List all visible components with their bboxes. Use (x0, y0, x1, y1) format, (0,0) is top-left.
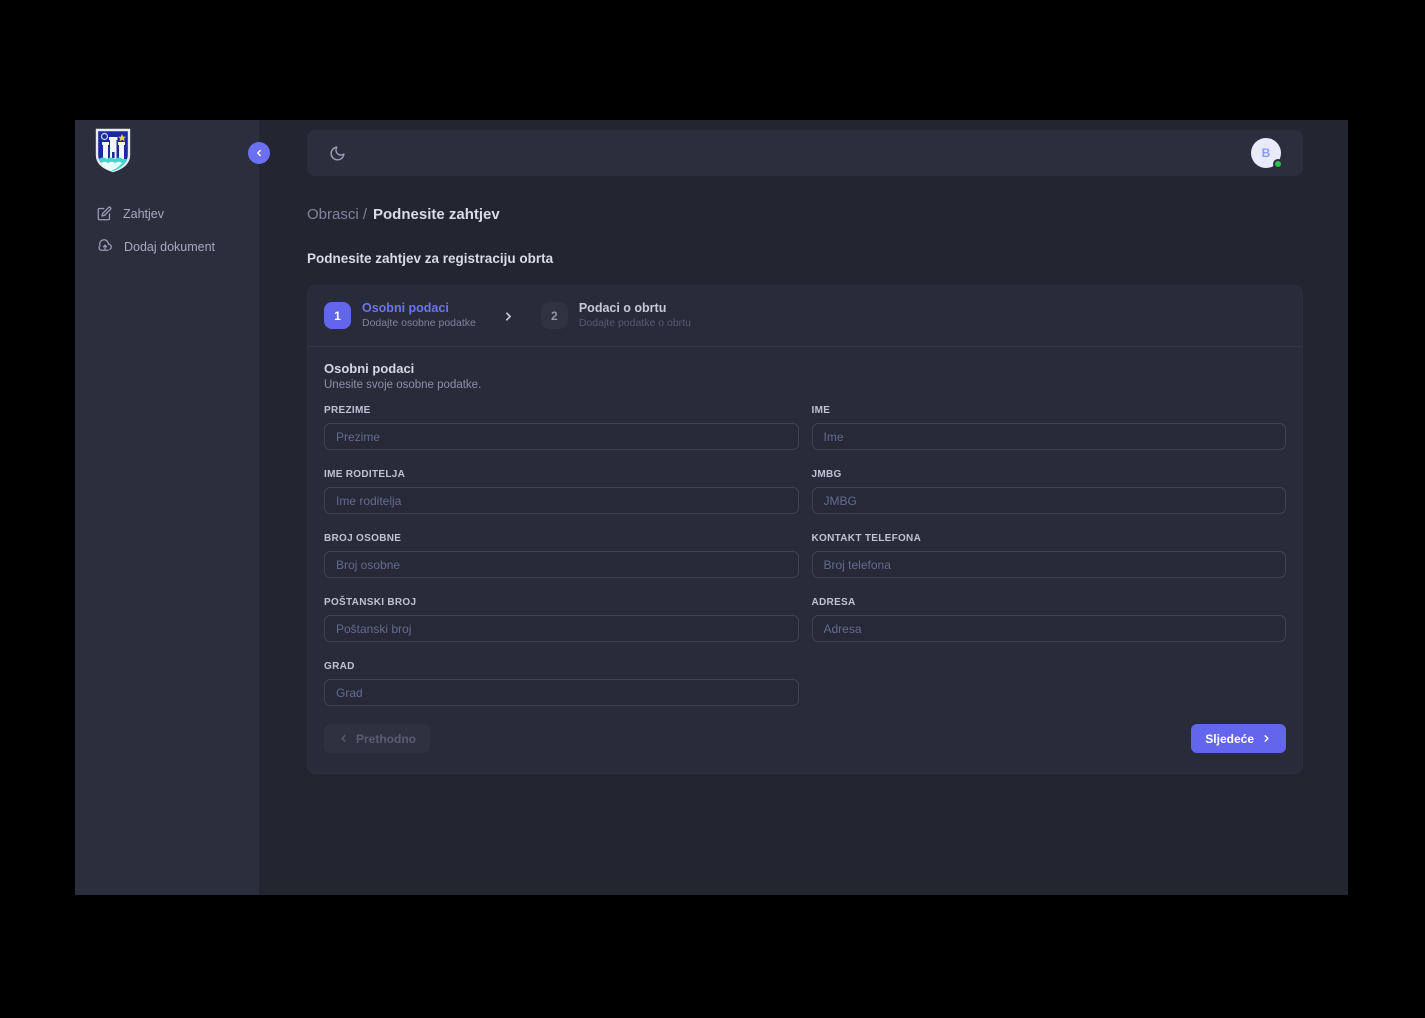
app-window: Zahtjev Dodaj dokument B Obrasci / Podne… (75, 120, 1348, 895)
field-kontakt-telefona: KONTAKT TELEFONA (812, 533, 1287, 578)
field-grid: PREZIME IME IME RODITELJA JMBG (324, 405, 1286, 706)
field-ime-roditelja: IME RODITELJA (324, 469, 799, 514)
chevron-left-icon (338, 733, 349, 744)
user-avatar[interactable]: B (1251, 138, 1281, 168)
theme-toggle-button[interactable] (329, 145, 346, 162)
kontakt-telefona-input[interactable] (812, 551, 1287, 578)
app-logo (75, 120, 259, 173)
chevron-right-icon (1261, 733, 1272, 744)
main-content: B Obrasci / Podnesite zahtjev Podnesite … (259, 120, 1348, 895)
topbar: B (307, 130, 1303, 176)
sidebar-item-label: Zahtjev (123, 207, 164, 221)
adresa-input[interactable] (812, 615, 1287, 642)
sidebar-nav: Zahtjev Dodaj dokument (75, 197, 259, 263)
form-actions: Prethodno Sljedeće (324, 724, 1286, 753)
chevron-right-icon (502, 310, 515, 323)
section-subtitle: Unesite svoje osobne podatke. (324, 379, 1286, 391)
field-label: KONTAKT TELEFONA (812, 533, 1287, 544)
form-card: 1 Osobni podaci Dodajte osobne podatke 2… (307, 285, 1303, 774)
previous-button[interactable]: Prethodno (324, 724, 430, 753)
grad-input[interactable] (324, 679, 799, 706)
step-title: Osobni podaci (362, 301, 476, 317)
field-label: IME RODITELJA (324, 469, 799, 480)
wizard-stepper: 1 Osobni podaci Dodajte osobne podatke 2… (308, 286, 1302, 347)
step-title: Podaci o obrtu (579, 301, 691, 317)
field-adresa: ADRESA (812, 597, 1287, 642)
field-label: JMBG (812, 469, 1287, 480)
field-ime: IME (812, 405, 1287, 450)
cloud-upload-icon (97, 239, 113, 254)
sidebar-item-label: Dodaj dokument (124, 240, 215, 254)
edit-icon (97, 206, 112, 221)
step-subtitle: Dodajte osobne podatke (362, 317, 476, 331)
step-number-badge: 2 (541, 302, 568, 329)
ime-roditelja-input[interactable] (324, 487, 799, 514)
sidebar-item-zahtjev[interactable]: Zahtjev (75, 197, 259, 230)
page-title: Podnesite zahtjev za registraciju obrta (307, 251, 1348, 266)
online-status-dot (1273, 159, 1283, 169)
field-label: BROJ OSOBNE (324, 533, 799, 544)
postanski-broj-input[interactable] (324, 615, 799, 642)
moon-icon (329, 145, 346, 162)
breadcrumb-parent-link[interactable]: Obrasci / (307, 206, 367, 223)
field-broj-osobne: BROJ OSOBNE (324, 533, 799, 578)
ime-input[interactable] (812, 423, 1287, 450)
breadcrumb-current: Podnesite zahtjev (373, 206, 500, 223)
field-label: POŠTANSKI BROJ (324, 597, 799, 608)
step-number-badge: 1 (324, 302, 351, 329)
step-podaci-o-obrtu[interactable]: 2 Podaci o obrtu Dodajte podatke o obrtu (541, 301, 691, 330)
sidebar-collapse-button[interactable] (248, 142, 270, 164)
field-label: PREZIME (324, 405, 799, 416)
breadcrumb: Obrasci / Podnesite zahtjev (307, 206, 1348, 223)
chevron-left-icon (254, 148, 264, 158)
next-button[interactable]: Sljedeće (1191, 724, 1286, 753)
previous-button-label: Prethodno (356, 732, 416, 746)
sidebar: Zahtjev Dodaj dokument (75, 120, 259, 895)
jmbg-input[interactable] (812, 487, 1287, 514)
field-label: ADRESA (812, 597, 1287, 608)
field-label: GRAD (324, 661, 799, 672)
step-osobni-podaci[interactable]: 1 Osobni podaci Dodajte osobne podatke (324, 301, 476, 330)
field-prezime: PREZIME (324, 405, 799, 450)
prezime-input[interactable] (324, 423, 799, 450)
field-grad: GRAD (324, 661, 799, 706)
field-postanski-broj: POŠTANSKI BROJ (324, 597, 799, 642)
form-body: Osobni podaci Unesite svoje osobne podat… (308, 347, 1302, 773)
sidebar-item-dodaj-dokument[interactable]: Dodaj dokument (75, 230, 259, 263)
step-subtitle: Dodajte podatke o obrtu (579, 317, 691, 331)
coat-of-arms-icon (95, 128, 131, 173)
field-jmbg: JMBG (812, 469, 1287, 514)
field-label: IME (812, 405, 1287, 416)
next-button-label: Sljedeće (1205, 732, 1254, 746)
section-title: Osobni podaci (324, 361, 1286, 376)
broj-osobne-input[interactable] (324, 551, 799, 578)
